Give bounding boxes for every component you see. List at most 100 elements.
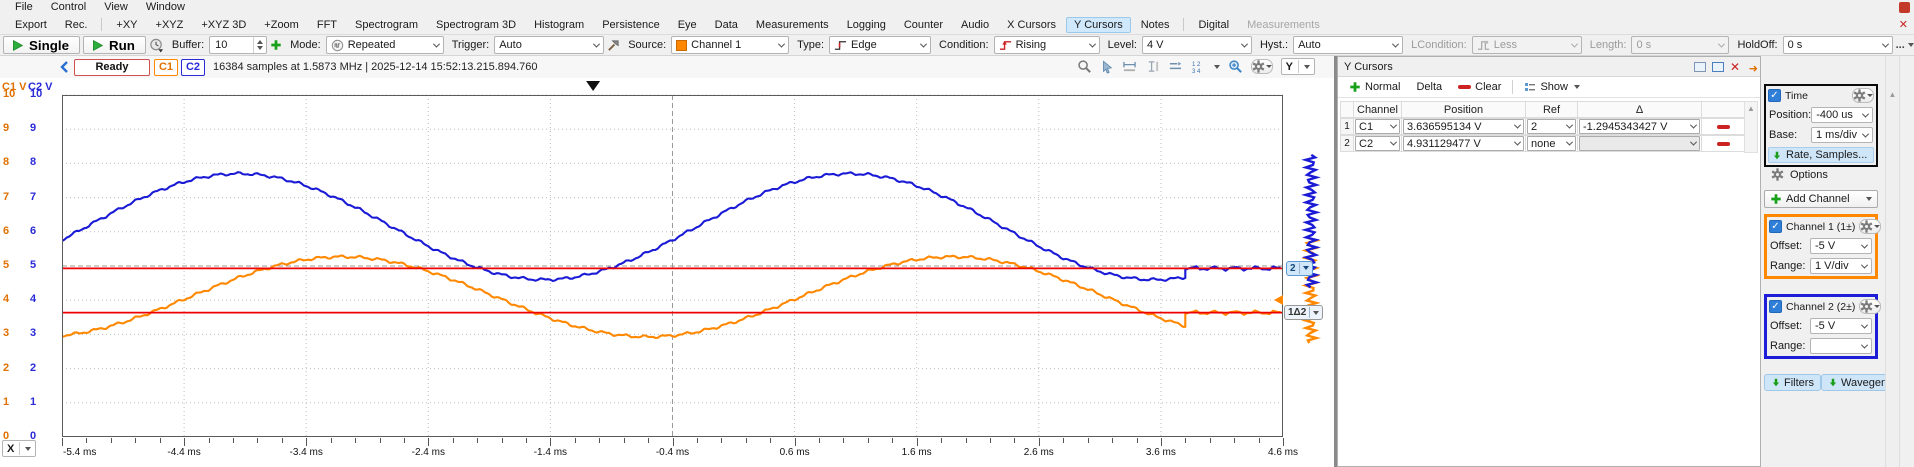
zoom-icon[interactable] [1077,59,1092,74]
panel-scrollbar[interactable]: ▲ [1885,56,1900,467]
tab-measurements[interactable]: Measurements [748,17,837,33]
run-button[interactable]: Run [83,36,146,54]
quad-view-icon[interactable]: 1 23 4 [1191,60,1206,74]
zoom-in-icon[interactable] [1228,59,1243,74]
channel1-range-select[interactable]: 1 V/div [1810,258,1872,274]
scroll-up-icon[interactable]: ▲ [1747,104,1755,113]
time-settings-button[interactable] [1852,88,1874,103]
pointer-icon[interactable] [1100,60,1114,74]
tab-spectrogram-3d[interactable]: Spectrogram 3D [428,17,524,33]
v-measure-icon[interactable] [1145,60,1160,73]
channel2-status-badge[interactable]: C2 [181,59,205,76]
tab-spectrogram[interactable]: Spectrogram [347,17,426,33]
source-select[interactable]: Channel 1 [671,36,789,54]
tab-rec[interactable]: Rec. [57,17,96,33]
cursor-channel-select[interactable]: C1 [1355,119,1400,134]
channel1-checkbox[interactable]: ✓ [1769,220,1782,233]
tab-persistence[interactable]: Persistence [594,17,667,33]
cursors-tool-icon[interactable] [1168,60,1183,73]
add-delta-cursor-button[interactable]: Delta [1411,79,1447,95]
acquisition-clock-icon[interactable] [149,38,164,53]
menu-file[interactable]: File [6,0,42,15]
undock-panel-icon[interactable] [1694,62,1706,72]
buffer-spin-arrows[interactable] [253,37,266,53]
mode-select[interactable]: Repeated [326,36,444,54]
waveform-plot[interactable] [62,78,1283,437]
tab-notes[interactable]: Notes [1133,17,1178,33]
cursor-ref-select[interactable]: none [1527,136,1576,151]
rate-samples-expander[interactable]: Rate, Samples... [1768,147,1874,163]
tab-xyz[interactable]: +XYZ [148,17,192,33]
lcondition-select[interactable]: Less [1472,36,1582,54]
dock-arrow-icon[interactable]: ➜ [1749,62,1758,75]
level-select[interactable]: 4 V [1142,36,1252,54]
show-menu-button[interactable]: Show [1519,79,1585,95]
cursor-position-select[interactable]: 4.931129477 V [1403,136,1524,151]
time-position-select[interactable]: -400 us [1811,107,1873,123]
tab-xyz-3d[interactable]: +XYZ 3D [193,17,254,33]
menu-view[interactable]: View [95,0,137,15]
channel2-checkbox[interactable]: ✓ [1769,300,1782,313]
tab-y-cursors[interactable]: Y Cursors [1066,17,1131,33]
channel2-offset-select[interactable]: -5 V [1810,318,1872,334]
toolbar-overflow-button[interactable]: ... [1896,39,1914,51]
cursor-ref-select[interactable]: 2 [1527,119,1576,134]
add-normal-cursor-button[interactable]: Normal [1344,79,1405,95]
trigger-tool-icon[interactable] [607,39,620,52]
cursor-delta-select[interactable]: -1.2945343427 V [1579,119,1700,134]
channel1-offset-select[interactable]: -5 V [1810,238,1872,254]
close-panel-icon[interactable]: ✕ [1730,62,1740,72]
add-channel-button[interactable]: Add Channel [1764,190,1878,208]
remove-cursor-button[interactable] [1702,135,1745,152]
tab-fft[interactable]: FFT [309,17,345,33]
tab-digital[interactable]: Digital [1190,17,1237,33]
scroll-up-icon[interactable]: ▲ [1889,90,1897,99]
channel2-range-select[interactable] [1810,338,1872,354]
tab-data[interactable]: Data [707,17,746,33]
maximize-panel-icon[interactable] [1712,62,1724,72]
add-config-icon[interactable] [270,39,282,51]
cursor-position-select[interactable]: 3.636595134 V [1403,119,1524,134]
time-checkbox[interactable]: ✓ [1768,89,1781,102]
tab-export[interactable]: Export [7,17,55,33]
channel1-settings-button[interactable] [1859,219,1881,234]
filters-expander[interactable]: Filters [1764,374,1821,391]
single-button[interactable]: Single [3,36,80,54]
condition-select[interactable]: Rising [994,36,1100,54]
cursor2-handle[interactable]: 2 [1286,261,1313,276]
tab-eye[interactable]: Eye [670,17,705,33]
tab-xy[interactable]: +XY [108,17,145,33]
length-select[interactable]: 0 s [1631,36,1729,54]
holdoff-select[interactable]: 0 s [1783,36,1893,54]
menu-control[interactable]: Control [42,0,95,15]
plot-settings-button[interactable] [1251,59,1273,74]
trigger-level-marker[interactable] [1274,295,1283,305]
table-scrollbar[interactable]: ▲ [1744,101,1758,153]
menu-window[interactable]: Window [137,0,194,15]
spin-down-icon[interactable] [257,46,263,50]
clear-cursors-button[interactable]: Clear [1453,79,1506,95]
tab-counter[interactable]: Counter [896,17,951,33]
cursor-channel-select[interactable]: C2 [1355,136,1400,151]
collapse-left-icon[interactable] [58,60,70,74]
close-view-icon[interactable]: ✕ [1899,18,1908,31]
tools-dropdown-icon[interactable] [1214,65,1220,69]
channel1-status-badge[interactable]: C1 [154,59,178,76]
tab-measurements[interactable]: Measurements [1239,17,1328,33]
y-axis-selector[interactable]: Y [1281,58,1315,75]
options-button[interactable]: Options [1771,168,1828,181]
spin-up-icon[interactable] [257,40,263,44]
hysteresis-select[interactable]: Auto [1293,36,1403,54]
tab-x-cursors[interactable]: X Cursors [999,17,1064,33]
tab-zoom[interactable]: +Zoom [256,17,307,33]
tab-logging[interactable]: Logging [839,17,894,33]
trigger-select[interactable]: Auto [494,36,604,54]
tab-audio[interactable]: Audio [953,17,997,33]
cursor-delta-select[interactable] [1579,136,1700,151]
remove-cursor-button[interactable] [1702,118,1745,135]
tab-histogram[interactable]: Histogram [526,17,592,33]
h-measure-icon[interactable] [1122,60,1137,73]
x-axis-selector[interactable]: X [2,440,36,457]
cursor1-handle[interactable]: 1Δ2 [1284,305,1323,320]
time-base-select[interactable]: 1 ms/div [1811,127,1873,143]
